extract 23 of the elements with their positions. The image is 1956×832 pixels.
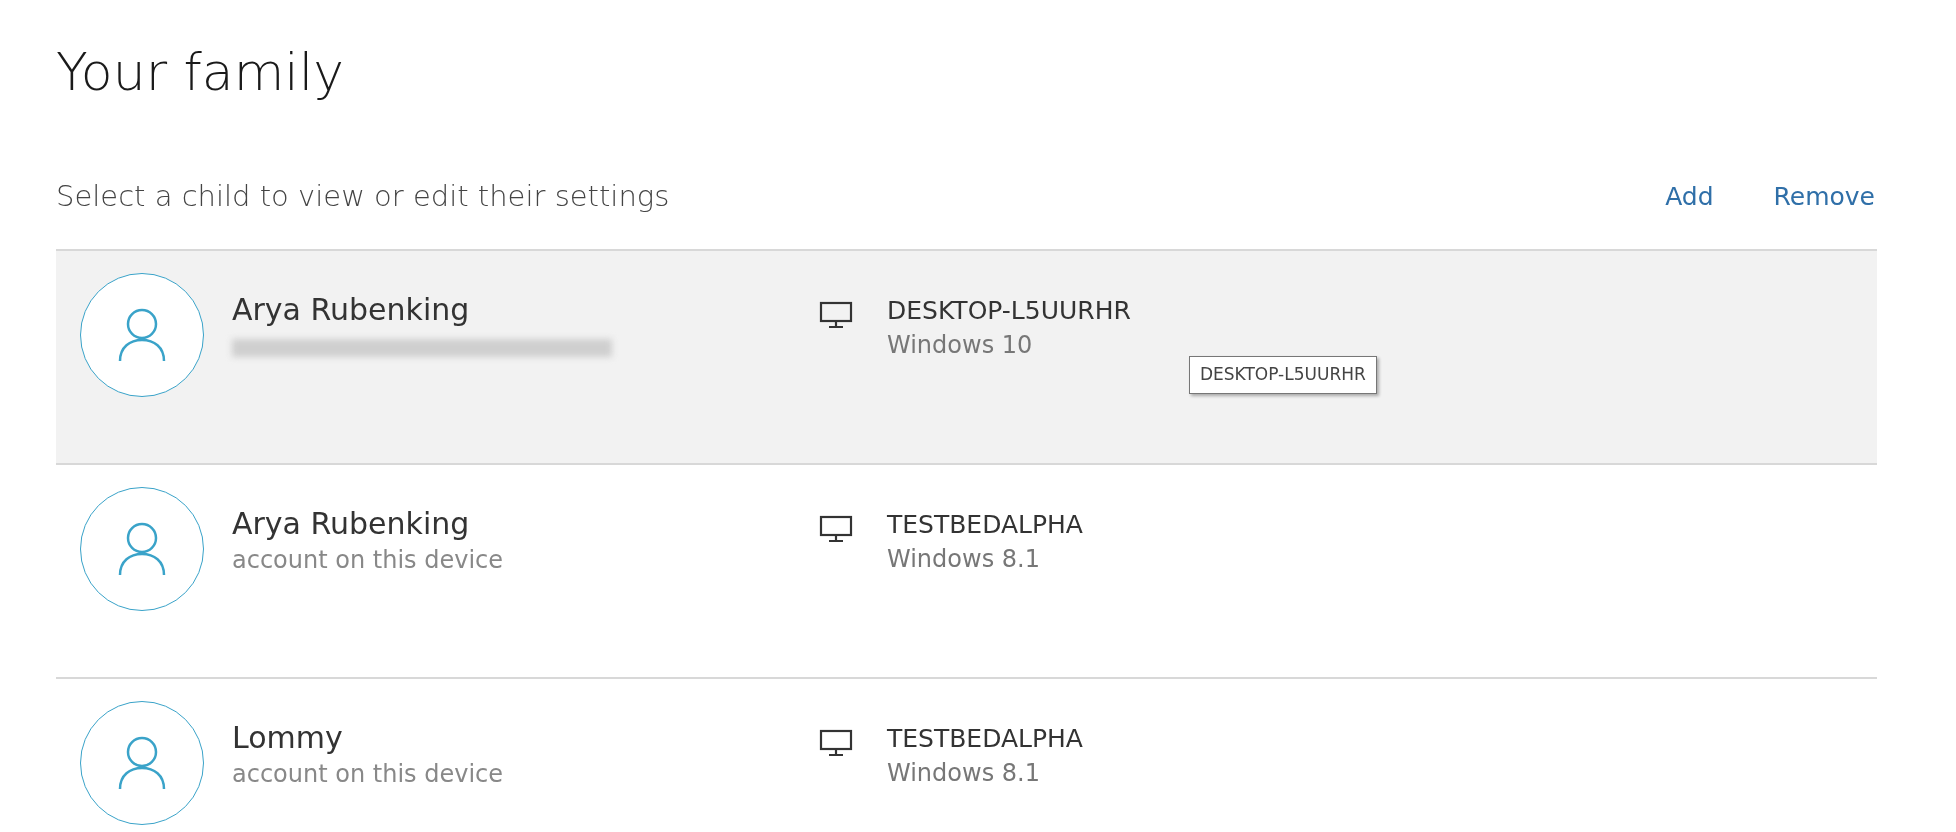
device-os: Windows 10 (887, 330, 1033, 361)
device-os: Windows 8.1 (887, 544, 1040, 575)
device-name: TESTBEDALPHA (887, 723, 1083, 755)
subtitle: Select a child to view or edit their settings (56, 178, 670, 216)
device-os: Windows 8.1 (887, 758, 1040, 789)
monitor-icon (819, 301, 853, 329)
tooltip: DESKTOP-L5UURHR (1189, 356, 1377, 394)
person-icon (117, 521, 167, 577)
child-name: Lommy (232, 719, 343, 757)
child-name: Arya Rubenking (232, 505, 470, 543)
account-detail: account on this device (232, 544, 504, 575)
account-detail: account on this device (232, 758, 504, 789)
page-title: Your family (56, 41, 345, 104)
monitor-icon (819, 515, 853, 543)
person-icon (117, 735, 167, 791)
person-icon (117, 307, 167, 363)
action-link[interactable]: Add (1665, 178, 1714, 216)
device-name: DESKTOP-L5UURHR (887, 295, 1131, 327)
child-row[interactable]: Arya Rubenking DESKTOP-L5UURHR Windows 10 DESKTOP-L5UURHR (56, 251, 1877, 465)
child-name: Arya Rubenking (232, 291, 470, 329)
monitor-icon (819, 729, 853, 757)
action-link[interactable]: Remove (1773, 178, 1875, 216)
device-name: TESTBEDALPHA (887, 509, 1083, 541)
